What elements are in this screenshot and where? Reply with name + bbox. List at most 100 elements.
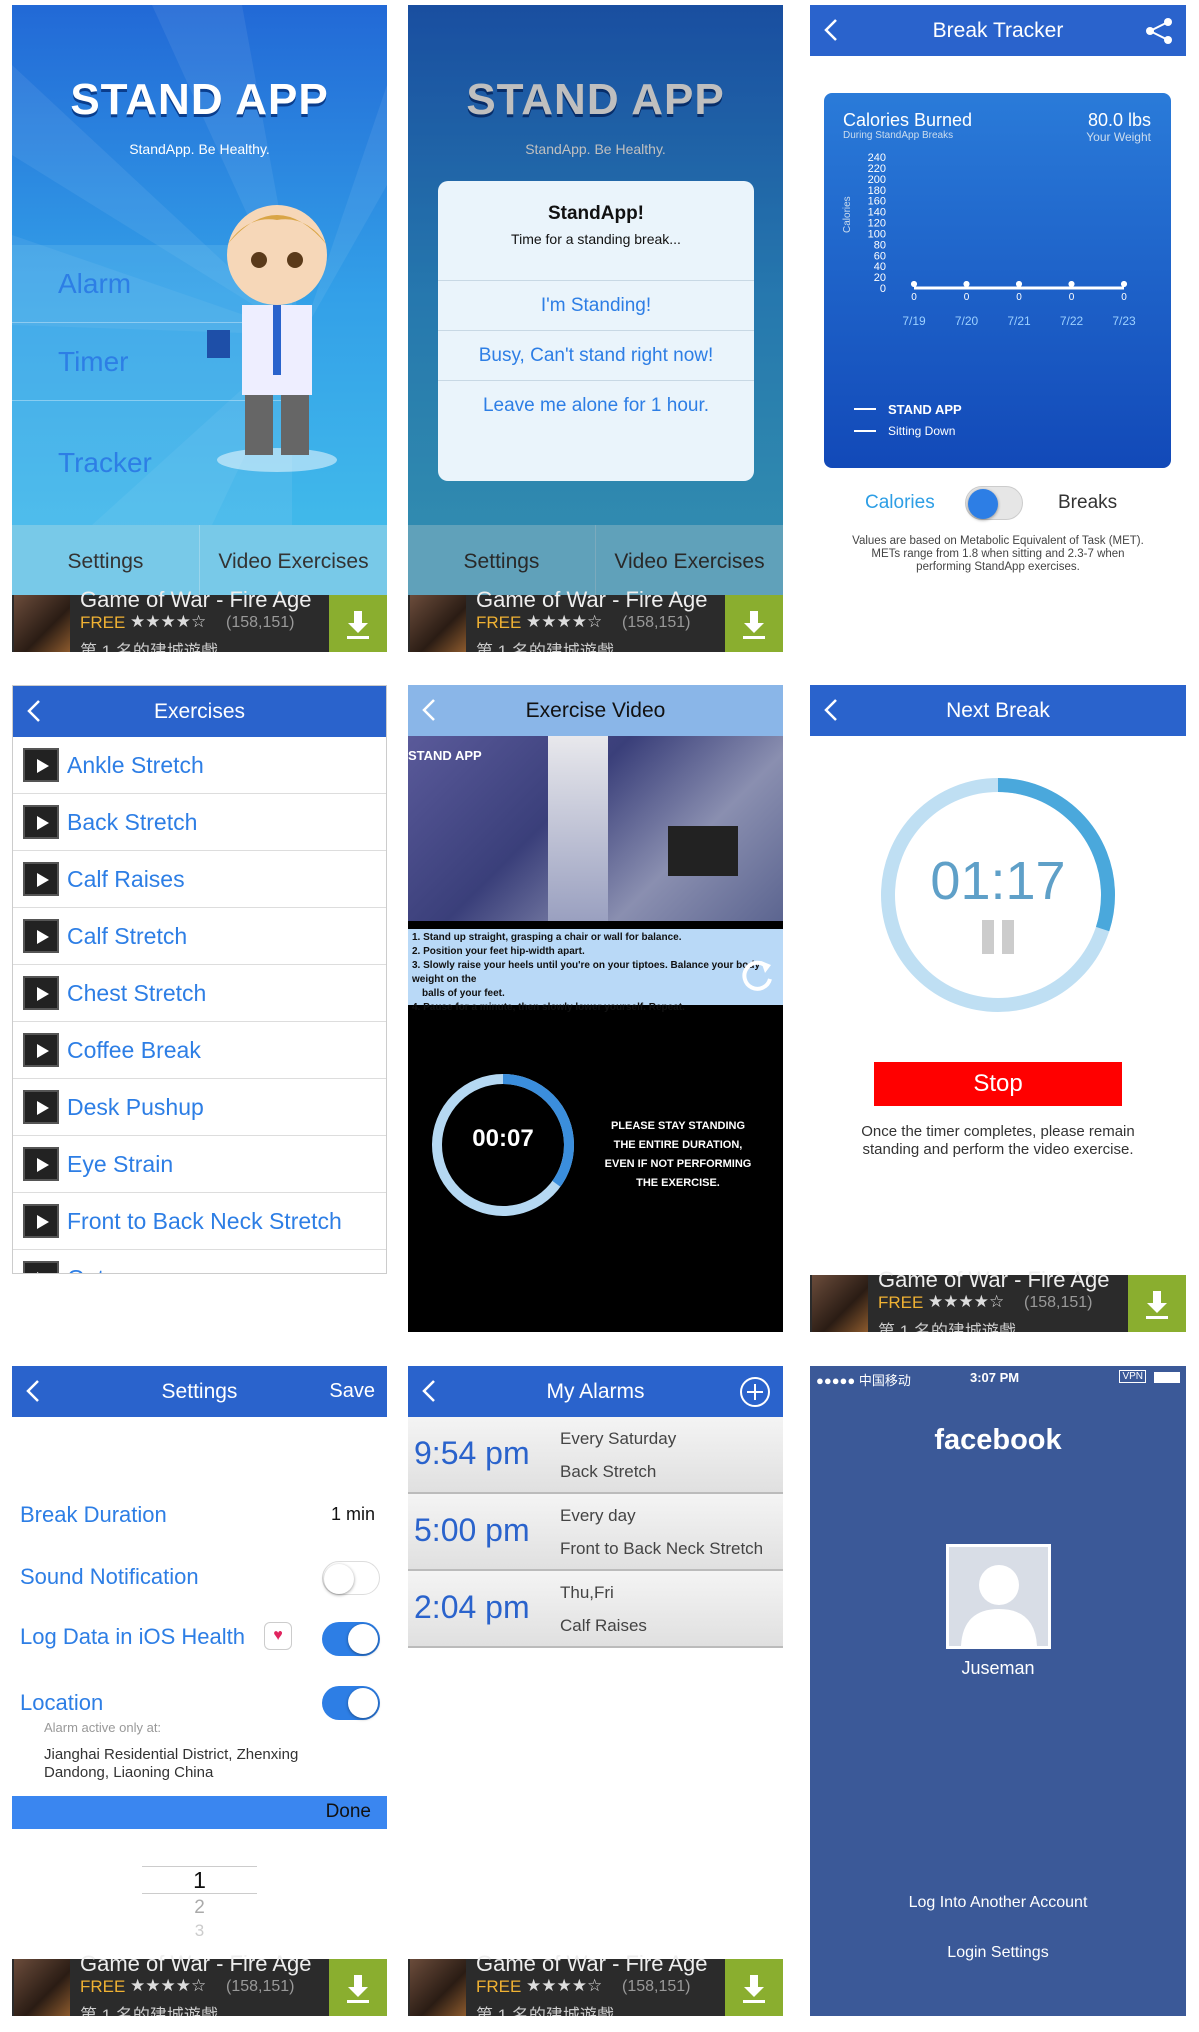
break-duration-value[interactable]: 1 min — [331, 1504, 375, 1525]
exercise-row[interactable]: Back Stretch — [13, 794, 386, 851]
nav-title: My Alarms — [546, 1379, 645, 1403]
nav-title: Next Break — [946, 698, 1050, 722]
login-settings-link[interactable]: Login Settings — [810, 1944, 1186, 1962]
instruction-line: balls of your feet. — [422, 988, 505, 999]
instruction-line: 1. Stand up straight, grasping a chair o… — [412, 932, 682, 943]
avatar[interactable] — [946, 1544, 1051, 1649]
option-standing-button[interactable]: I'm Standing! — [438, 280, 754, 330]
exercise-name: Coffee Break — [67, 1036, 201, 1063]
ad-count: (158,151) — [622, 1978, 691, 1995]
option-snooze-button[interactable]: Leave me alone for 1 hour. — [438, 380, 754, 430]
back-chevron-icon[interactable] — [822, 17, 842, 43]
picker-option[interactable]: 2 — [142, 1897, 257, 1919]
exercise-row[interactable]: Front to Back Neck Stretch — [13, 1193, 386, 1250]
alarm-exercise: Back Stretch — [560, 1462, 657, 1481]
y-tick-label: 100 — [868, 228, 886, 240]
download-icon[interactable] — [725, 595, 783, 652]
ad-subtitle: 第 1 名的建城遊戲 — [80, 2006, 218, 2016]
back-chevron-icon[interactable] — [420, 1378, 440, 1404]
exercise-name: Calf Stretch — [67, 922, 188, 949]
instruction-line: 4. Pause for a minute, then slowly lower… — [412, 1002, 685, 1013]
exercise-row[interactable]: Desk Pushup — [13, 1079, 386, 1136]
ad-count: (158,151) — [1024, 1294, 1093, 1311]
share-icon[interactable] — [1144, 17, 1174, 45]
exercise-row[interactable]: Gut... — [13, 1250, 386, 1274]
download-icon[interactable] — [725, 1959, 783, 2016]
ad-banner[interactable]: Game of War - Fire Age FREE ★★★★☆ (158,1… — [810, 1267, 1186, 1332]
met-note: Values are based on Metabolic Equivalent… — [852, 535, 1144, 573]
ad-banner[interactable]: Game of War - Fire Age FREE ★★★★☆ (158,1… — [12, 1951, 387, 2016]
nav-bar: Exercise Video — [408, 685, 783, 736]
film-play-icon — [23, 976, 59, 1010]
exercise-row[interactable]: Eye Strain — [13, 1136, 386, 1193]
weight-label: Your Weight — [1086, 130, 1151, 144]
exercise-row[interactable]: Coffee Break — [13, 1022, 386, 1079]
ad-count: (158,151) — [622, 614, 691, 631]
exercise-row[interactable]: Calf Stretch — [13, 908, 386, 965]
toggle-calories-label[interactable]: Calories — [865, 492, 935, 514]
replay-icon[interactable] — [737, 955, 777, 995]
ad-subtitle: 第 1 名的建城遊戲 — [476, 642, 614, 652]
alarm-time: 2:04 pm — [414, 1589, 530, 1625]
metric-toggle[interactable] — [965, 486, 1023, 520]
exercise-name: Gut... — [67, 1265, 123, 1274]
pause-icon[interactable] — [982, 920, 994, 954]
tagline: StandApp. Be Healthy. — [129, 141, 270, 157]
location-toggle[interactable] — [322, 1686, 380, 1720]
exercise-timer-value: 00:07 — [472, 1125, 534, 1152]
x-tick-label: 7/23 — [1112, 314, 1136, 328]
user-silhouette-icon — [961, 1565, 1037, 1646]
menu-tracker-label: Tracker — [58, 447, 152, 478]
option-busy-button[interactable]: Busy, Can't stand right now! — [438, 330, 754, 380]
monitor-figure — [668, 826, 738, 876]
ad-thumbnail — [14, 1959, 70, 2016]
health-toggle[interactable] — [322, 1622, 380, 1656]
ad-subtitle: 第 1 名的建城遊戲 — [476, 2006, 614, 2016]
ad-banner[interactable]: Game of War - Fire Age FREE ★★★★☆ (158,1… — [408, 1951, 783, 2016]
picker-option[interactable]: 3 — [142, 1921, 257, 1941]
location-hint: Alarm active only at: — [44, 1720, 162, 1735]
nav-title: Settings — [161, 1379, 238, 1403]
ad-stars: ★★★★☆ — [130, 612, 207, 631]
ad-banner[interactable]: Game of War - Fire Age FREE ★★★★☆ (158,1… — [408, 587, 783, 652]
sound-toggle[interactable] — [322, 1561, 380, 1595]
alarm-row[interactable]: 5:00 pm Every day Front to Back Neck Stret… — [408, 1494, 783, 1571]
alarm-days: Every day — [560, 1506, 636, 1525]
add-alarm-icon[interactable] — [739, 1376, 771, 1408]
legend-sitting: Sitting Down — [888, 424, 956, 438]
alert-title: StandApp! — [547, 203, 645, 224]
exercise-name: Front to Back Neck Stretch — [67, 1207, 342, 1234]
download-icon[interactable] — [329, 1959, 387, 2016]
back-chevron-icon[interactable] — [822, 697, 842, 723]
exercise-name: Back Stretch — [67, 808, 198, 835]
film-play-icon — [23, 1261, 59, 1273]
ad-banner[interactable]: Game of War - Fire Age FREE ★★★★☆ (158,1… — [12, 587, 387, 652]
back-chevron-icon[interactable] — [25, 698, 45, 724]
video-frame[interactable]: STAND APP — [408, 736, 783, 921]
alarm-row[interactable]: 9:54 pm Every Saturday Back Stretch — [408, 1417, 783, 1494]
exercise-row[interactable]: Calf Raises — [13, 851, 386, 908]
done-button[interactable]: Done — [326, 1801, 371, 1823]
back-chevron-icon[interactable] — [420, 697, 440, 723]
exercise-row[interactable]: Ankle Stretch — [13, 737, 386, 794]
username: Juseman — [961, 1658, 1035, 1678]
ad-stars: ★★★★☆ — [526, 1976, 603, 1995]
legend-swatch-standapp — [854, 408, 876, 410]
download-icon[interactable] — [329, 595, 387, 652]
ad-free-label: FREE — [476, 613, 522, 632]
log-into-another-link[interactable]: Log Into Another Account — [810, 1894, 1186, 1912]
back-chevron-icon[interactable] — [24, 1378, 44, 1404]
toggle-breaks-label[interactable]: Breaks — [1058, 492, 1117, 514]
next-break-screen: Next Break 01:17 Stop Once the timer com… — [810, 685, 1186, 1332]
download-icon[interactable] — [1128, 1275, 1186, 1332]
nav-bar: My Alarms — [408, 1366, 783, 1417]
x-tick-label: 7/19 — [902, 314, 926, 328]
picker-option[interactable]: 1 — [142, 1867, 257, 1894]
person-figure — [548, 736, 608, 921]
nav-title: Break Tracker — [932, 18, 1064, 42]
exercise-row[interactable]: Chest Stretch — [13, 965, 386, 1022]
save-button[interactable]: Save — [329, 1380, 375, 1403]
data-point — [911, 281, 917, 287]
stop-button[interactable]: Stop — [874, 1062, 1122, 1106]
alarm-row[interactable]: 2:04 pm Thu,Fri Calf Raises — [408, 1571, 783, 1648]
